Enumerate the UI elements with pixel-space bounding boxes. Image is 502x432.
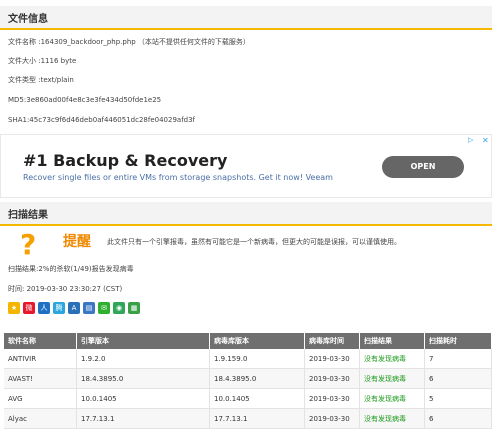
cell-engine-version: 18.4.3895.0 — [76, 368, 210, 389]
file-name-row: 文件名称 :164309_backdoor_php.php （本站不提供任何文件… — [8, 38, 250, 46]
cell-db-version: 10.0.1405 — [209, 388, 305, 409]
cell-db-time: 2019-03-30 — [304, 368, 360, 389]
cell-software: AVG — [4, 388, 77, 409]
share-qzone-icon[interactable]: ★ — [8, 302, 20, 314]
cell-db-time: 2019-03-30 — [304, 388, 360, 409]
cell-result: 没有发现病毒 — [359, 368, 425, 389]
cell-engine-version: 1.9.2.0 — [76, 349, 210, 369]
cell-result: 没有发现病毒 — [359, 388, 425, 409]
cell-software: Alyac — [4, 408, 77, 429]
cell-db-version: 17.7.13.1 — [209, 408, 305, 429]
cell-duration: 7 — [424, 349, 492, 369]
file-size-row: 文件大小 :1116 byte — [8, 57, 77, 65]
cell-engine-version: 10.0.1405 — [76, 388, 210, 409]
scan-result-header: 扫描结果 — [0, 202, 492, 226]
cell-software: AVAST! — [4, 368, 77, 389]
share-douban-icon[interactable]: A — [68, 302, 80, 314]
col-engine-version: 引擎版本 — [76, 333, 210, 349]
col-db-version: 病毒库版本 — [209, 333, 305, 349]
warning-title: 提醒 — [63, 234, 91, 250]
table-row: AVG 10.0.1405 10.0.1405 2019-03-30 没有发现病… — [4, 388, 492, 409]
file-info-title: 文件信息 — [8, 14, 48, 25]
cell-result: 没有发现病毒 — [359, 349, 425, 369]
col-result: 扫描结果 — [359, 333, 425, 349]
table-row: Alyac 17.7.13.1 17.7.13.1 2019-03-30 没有发… — [4, 408, 492, 429]
col-db-time: 病毒库时间 — [304, 333, 360, 349]
question-icon: ? — [20, 228, 37, 261]
sha1-row: SHA1:45c73c9f6d46deb0af446051dc28fe04029… — [8, 116, 196, 124]
ad-open-button[interactable]: OPEN — [382, 156, 464, 178]
cell-engine-version: 17.7.13.1 — [76, 408, 210, 429]
share-weibo-icon[interactable]: 微 — [23, 302, 35, 314]
md5-row: MD5:3e860ad00f4e8c3e3fe434d50fde1e25 — [8, 96, 162, 104]
share-wechat-icon[interactable]: ✉ — [98, 302, 110, 314]
cell-result: 没有发现病毒 — [359, 408, 425, 429]
table-header-row: 软件名称 引擎版本 病毒库版本 病毒库时间 扫描结果 扫描耗时 — [4, 333, 492, 349]
cell-db-version: 1.9.159.0 — [209, 349, 305, 369]
share-tencent-icon[interactable]: 腾 — [53, 302, 65, 314]
cell-duration: 5 — [424, 388, 492, 409]
scan-summary: 扫描结果:2%的杀软(1/49)报告发现病毒 — [8, 265, 134, 273]
file-type-row: 文件类型 :text/plain — [8, 76, 74, 84]
ad-subtitle[interactable]: Recover single files or entire VMs from … — [23, 173, 333, 182]
col-software: 软件名称 — [4, 333, 77, 349]
file-info-header: 文件信息 — [0, 6, 492, 30]
warning-text: 此文件只有一个引擎报毒，虽然有可能它是一个新病毒，但更大的可能是误报，可以谨慎使… — [107, 238, 401, 246]
scan-result-title: 扫描结果 — [8, 210, 48, 221]
share-book-icon[interactable]: ▤ — [83, 302, 95, 314]
close-icon[interactable]: ✕ — [482, 136, 489, 145]
table-row: AVAST! 18.4.3895.0 18.4.3895.0 2019-03-3… — [4, 368, 492, 389]
cell-db-time: 2019-03-30 — [304, 408, 360, 429]
info-icon[interactable]: ▷ — [468, 136, 473, 144]
cell-duration: 6 — [424, 368, 492, 389]
cell-software: ANTIVIR — [4, 349, 77, 369]
share-wechat-moments-icon[interactable]: ◉ — [113, 302, 125, 314]
table-row: ANTIVIR 1.9.2.0 1.9.159.0 2019-03-30 没有发… — [4, 349, 492, 369]
cell-duration: 6 — [424, 408, 492, 429]
scan-time: 时间: 2019-03-30 23:30:27 (CST) — [8, 285, 123, 293]
share-renren-icon[interactable]: 人 — [38, 302, 50, 314]
ad-title[interactable]: #1 Backup & Recovery — [23, 151, 227, 170]
scan-results-table: 软件名称 引擎版本 病毒库版本 病毒库时间 扫描结果 扫描耗时 ANTIVIR … — [4, 333, 492, 429]
col-duration: 扫描耗时 — [424, 333, 492, 349]
cell-db-version: 18.4.3895.0 — [209, 368, 305, 389]
share-more-icon[interactable]: ▦ — [128, 302, 140, 314]
cell-db-time: 2019-03-30 — [304, 349, 360, 369]
